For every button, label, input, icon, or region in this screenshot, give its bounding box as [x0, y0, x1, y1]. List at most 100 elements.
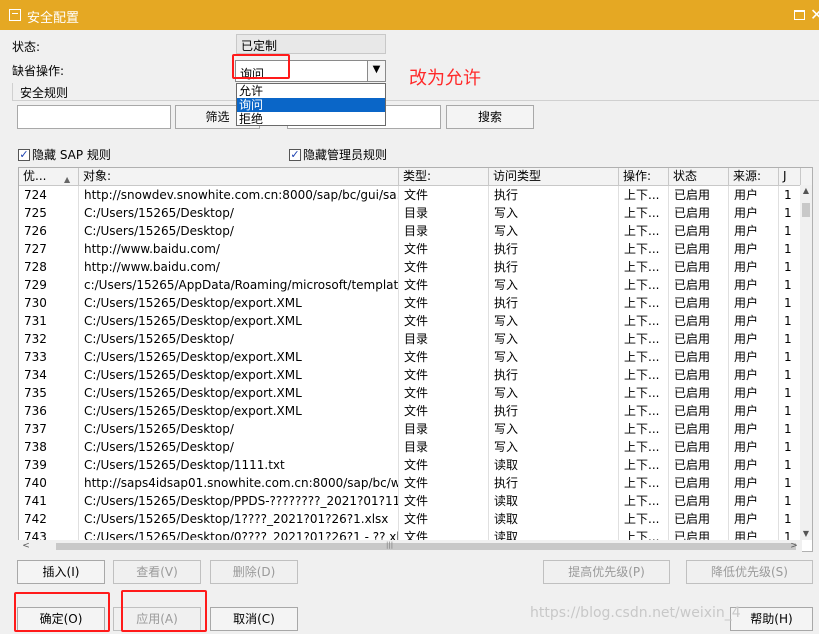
insert-button[interactable]: 插入(I): [17, 560, 105, 584]
header-access-type[interactable]: 访问类型: [489, 168, 619, 186]
scroll-right-icon[interactable]: >: [788, 540, 800, 552]
lower-priority-button[interactable]: 降低优先级(S): [686, 560, 813, 584]
close-icon[interactable]: ✕: [810, 5, 819, 24]
cell-priority: 726: [19, 222, 79, 240]
cell-priority: 735: [19, 384, 79, 402]
cell-type: 文件: [399, 312, 489, 330]
view-button[interactable]: 查看(V): [113, 560, 201, 584]
filter-input[interactable]: [17, 105, 171, 129]
cell-source: 用户: [729, 366, 779, 384]
chevron-down-icon[interactable]: ▼: [367, 61, 385, 81]
table-row[interactable]: 738 C:/Users/15265/Desktop/目录 写入 上下... 已启用 用户…: [19, 438, 812, 456]
horizontal-scrollbar[interactable]: < ||| >: [18, 540, 802, 552]
cell-priority: 736: [19, 402, 79, 420]
scroll-down-icon[interactable]: ▼: [800, 528, 812, 540]
cell-action: 上下...: [619, 510, 669, 528]
cell-type: 文件: [399, 294, 489, 312]
cancel-button[interactable]: 取消(C): [210, 607, 298, 631]
cell-source: 用户: [729, 384, 779, 402]
cell-object: C:/Users/15265/Desktop/: [79, 204, 399, 222]
table-row[interactable]: 733 C:/Users/15265/Desktop/export.XML 文件 写入…: [19, 348, 812, 366]
cell-source: 用户: [729, 330, 779, 348]
cell-status: 已启用: [669, 402, 729, 420]
cell-status: 已启用: [669, 510, 729, 528]
cell-action: 上下...: [619, 492, 669, 510]
status-field: 已定制: [236, 34, 386, 54]
table-row[interactable]: 734 C:/Users/15265/Desktop/export.XML 文件 执行…: [19, 366, 812, 384]
hide-sap-rules-label: 隐藏 SAP 规则: [32, 148, 111, 162]
header-action[interactable]: 操作:: [619, 168, 669, 186]
table-row[interactable]: 731 C:/Users/15265/Desktop/export.XML 文件 写入…: [19, 312, 812, 330]
table-row[interactable]: 737 C:/Users/15265/Desktop/目录 写入 上下... 已启用 用户…: [19, 420, 812, 438]
table-row[interactable]: 730 C:/Users/15265/Desktop/export.XML 文件 执行…: [19, 294, 812, 312]
scroll-thumb[interactable]: [802, 203, 810, 217]
search-button[interactable]: 搜索: [446, 105, 534, 129]
raise-priority-button[interactable]: 提高优先级(P): [543, 560, 670, 584]
scroll-left-icon[interactable]: <: [20, 540, 32, 552]
status-label: 状态:: [12, 40, 41, 54]
table-row[interactable]: 742 C:/Users/15265/Desktop/1????_2021?01?…: [19, 510, 812, 528]
table-row[interactable]: 724 http://snowdev.snowhite.com.cn:8000/s…: [19, 186, 812, 204]
vertical-scrollbar[interactable]: ▲ ▼: [800, 185, 812, 540]
header-extra[interactable]: J: [779, 168, 801, 186]
cell-priority: 733: [19, 348, 79, 366]
table-row[interactable]: 732 C:/Users/15265/Desktop/目录 写入 上下... 已启用 用户…: [19, 330, 812, 348]
maximize-icon[interactable]: [794, 10, 805, 20]
table-row[interactable]: 735 C:/Users/15265/Desktop/export.XML 文件 写入…: [19, 384, 812, 402]
cell-type: 文件: [399, 384, 489, 402]
help-button[interactable]: 帮助(H): [730, 607, 813, 631]
cell-object: C:/Users/15265/Desktop/PPDS-????????_202…: [79, 492, 399, 510]
table-row[interactable]: 728 http://www.baidu.com/文件 执行 上下... 已启用 用户 1: [19, 258, 812, 276]
header-object[interactable]: 对象:: [79, 168, 399, 186]
rules-table[interactable]: 优... ▲ 对象: 类型: 访问类型 操作: 状态 来源: J 724 http…: [18, 167, 813, 552]
header-type[interactable]: 类型:: [399, 168, 489, 186]
cell-action: 上下...: [619, 240, 669, 258]
header-status[interactable]: 状态: [669, 168, 729, 186]
delete-button[interactable]: 删除(D): [210, 560, 298, 584]
table-row[interactable]: 729 c:/Users/15265/AppData/Roaming/micros…: [19, 276, 812, 294]
hscroll-thumb[interactable]: [56, 543, 796, 550]
table-row[interactable]: 739 C:/Users/15265/Desktop/1111.txt 文件 读取 上下…: [19, 456, 812, 474]
hide-sap-rules-checkbox[interactable]: ✓ 隐藏 SAP 规则: [18, 146, 111, 163]
hide-admin-rules-checkbox[interactable]: ✓ 隐藏管理员规则: [289, 146, 387, 163]
table-row[interactable]: 725 C:/Users/15265/Desktop/目录 写入 上下... 已启用 用户…: [19, 204, 812, 222]
cell-source: 用户: [729, 240, 779, 258]
table-row[interactable]: 736 C:/Users/15265/Desktop/export.XML 文件 执行…: [19, 402, 812, 420]
header-source[interactable]: 来源:: [729, 168, 779, 186]
cell-extra: 1: [779, 204, 801, 222]
scroll-grip-icon: |||: [386, 541, 394, 549]
cell-priority: 734: [19, 366, 79, 384]
default-action-label: 缺省操作:: [12, 64, 65, 78]
cell-priority: 729: [19, 276, 79, 294]
table-row[interactable]: 726 C:/Users/15265/Desktop/目录 写入 上下... 已启用 用户…: [19, 222, 812, 240]
header-priority[interactable]: 优... ▲: [19, 168, 79, 186]
cell-action: 上下...: [619, 258, 669, 276]
cell-access-type: 写入: [489, 276, 619, 294]
dropdown-option-ask[interactable]: 询问: [237, 98, 385, 112]
cell-extra: 1: [779, 348, 801, 366]
scroll-up-icon[interactable]: ▲: [800, 185, 812, 197]
cell-access-type: 执行: [489, 240, 619, 258]
cell-type: 文件: [399, 258, 489, 276]
table-row[interactable]: 740 http://saps4idsap01.snowhite.com.cn:8…: [19, 474, 812, 492]
cell-status: 已启用: [669, 294, 729, 312]
cell-status: 已启用: [669, 456, 729, 474]
cell-action: 上下...: [619, 474, 669, 492]
cell-type: 文件: [399, 402, 489, 420]
default-action-dropdown[interactable]: 允许 询问 拒绝: [236, 83, 386, 126]
cell-extra: 1: [779, 258, 801, 276]
dropdown-option-deny[interactable]: 拒绝: [237, 112, 385, 126]
cell-extra: 1: [779, 402, 801, 420]
table-row[interactable]: 741 C:/Users/15265/Desktop/PPDS-????????_…: [19, 492, 812, 510]
cell-extra: 1: [779, 222, 801, 240]
cell-source: 用户: [729, 348, 779, 366]
cell-source: 用户: [729, 420, 779, 438]
cell-priority: 737: [19, 420, 79, 438]
table-row[interactable]: 727 http://www.baidu.com/文件 执行 上下... 已启用 用户 1: [19, 240, 812, 258]
cell-status: 已启用: [669, 348, 729, 366]
cell-status: 已启用: [669, 438, 729, 456]
cell-access-type: 写入: [489, 348, 619, 366]
cell-extra: 1: [779, 384, 801, 402]
dropdown-option-allow[interactable]: 允许: [237, 84, 385, 98]
cell-action: 上下...: [619, 276, 669, 294]
